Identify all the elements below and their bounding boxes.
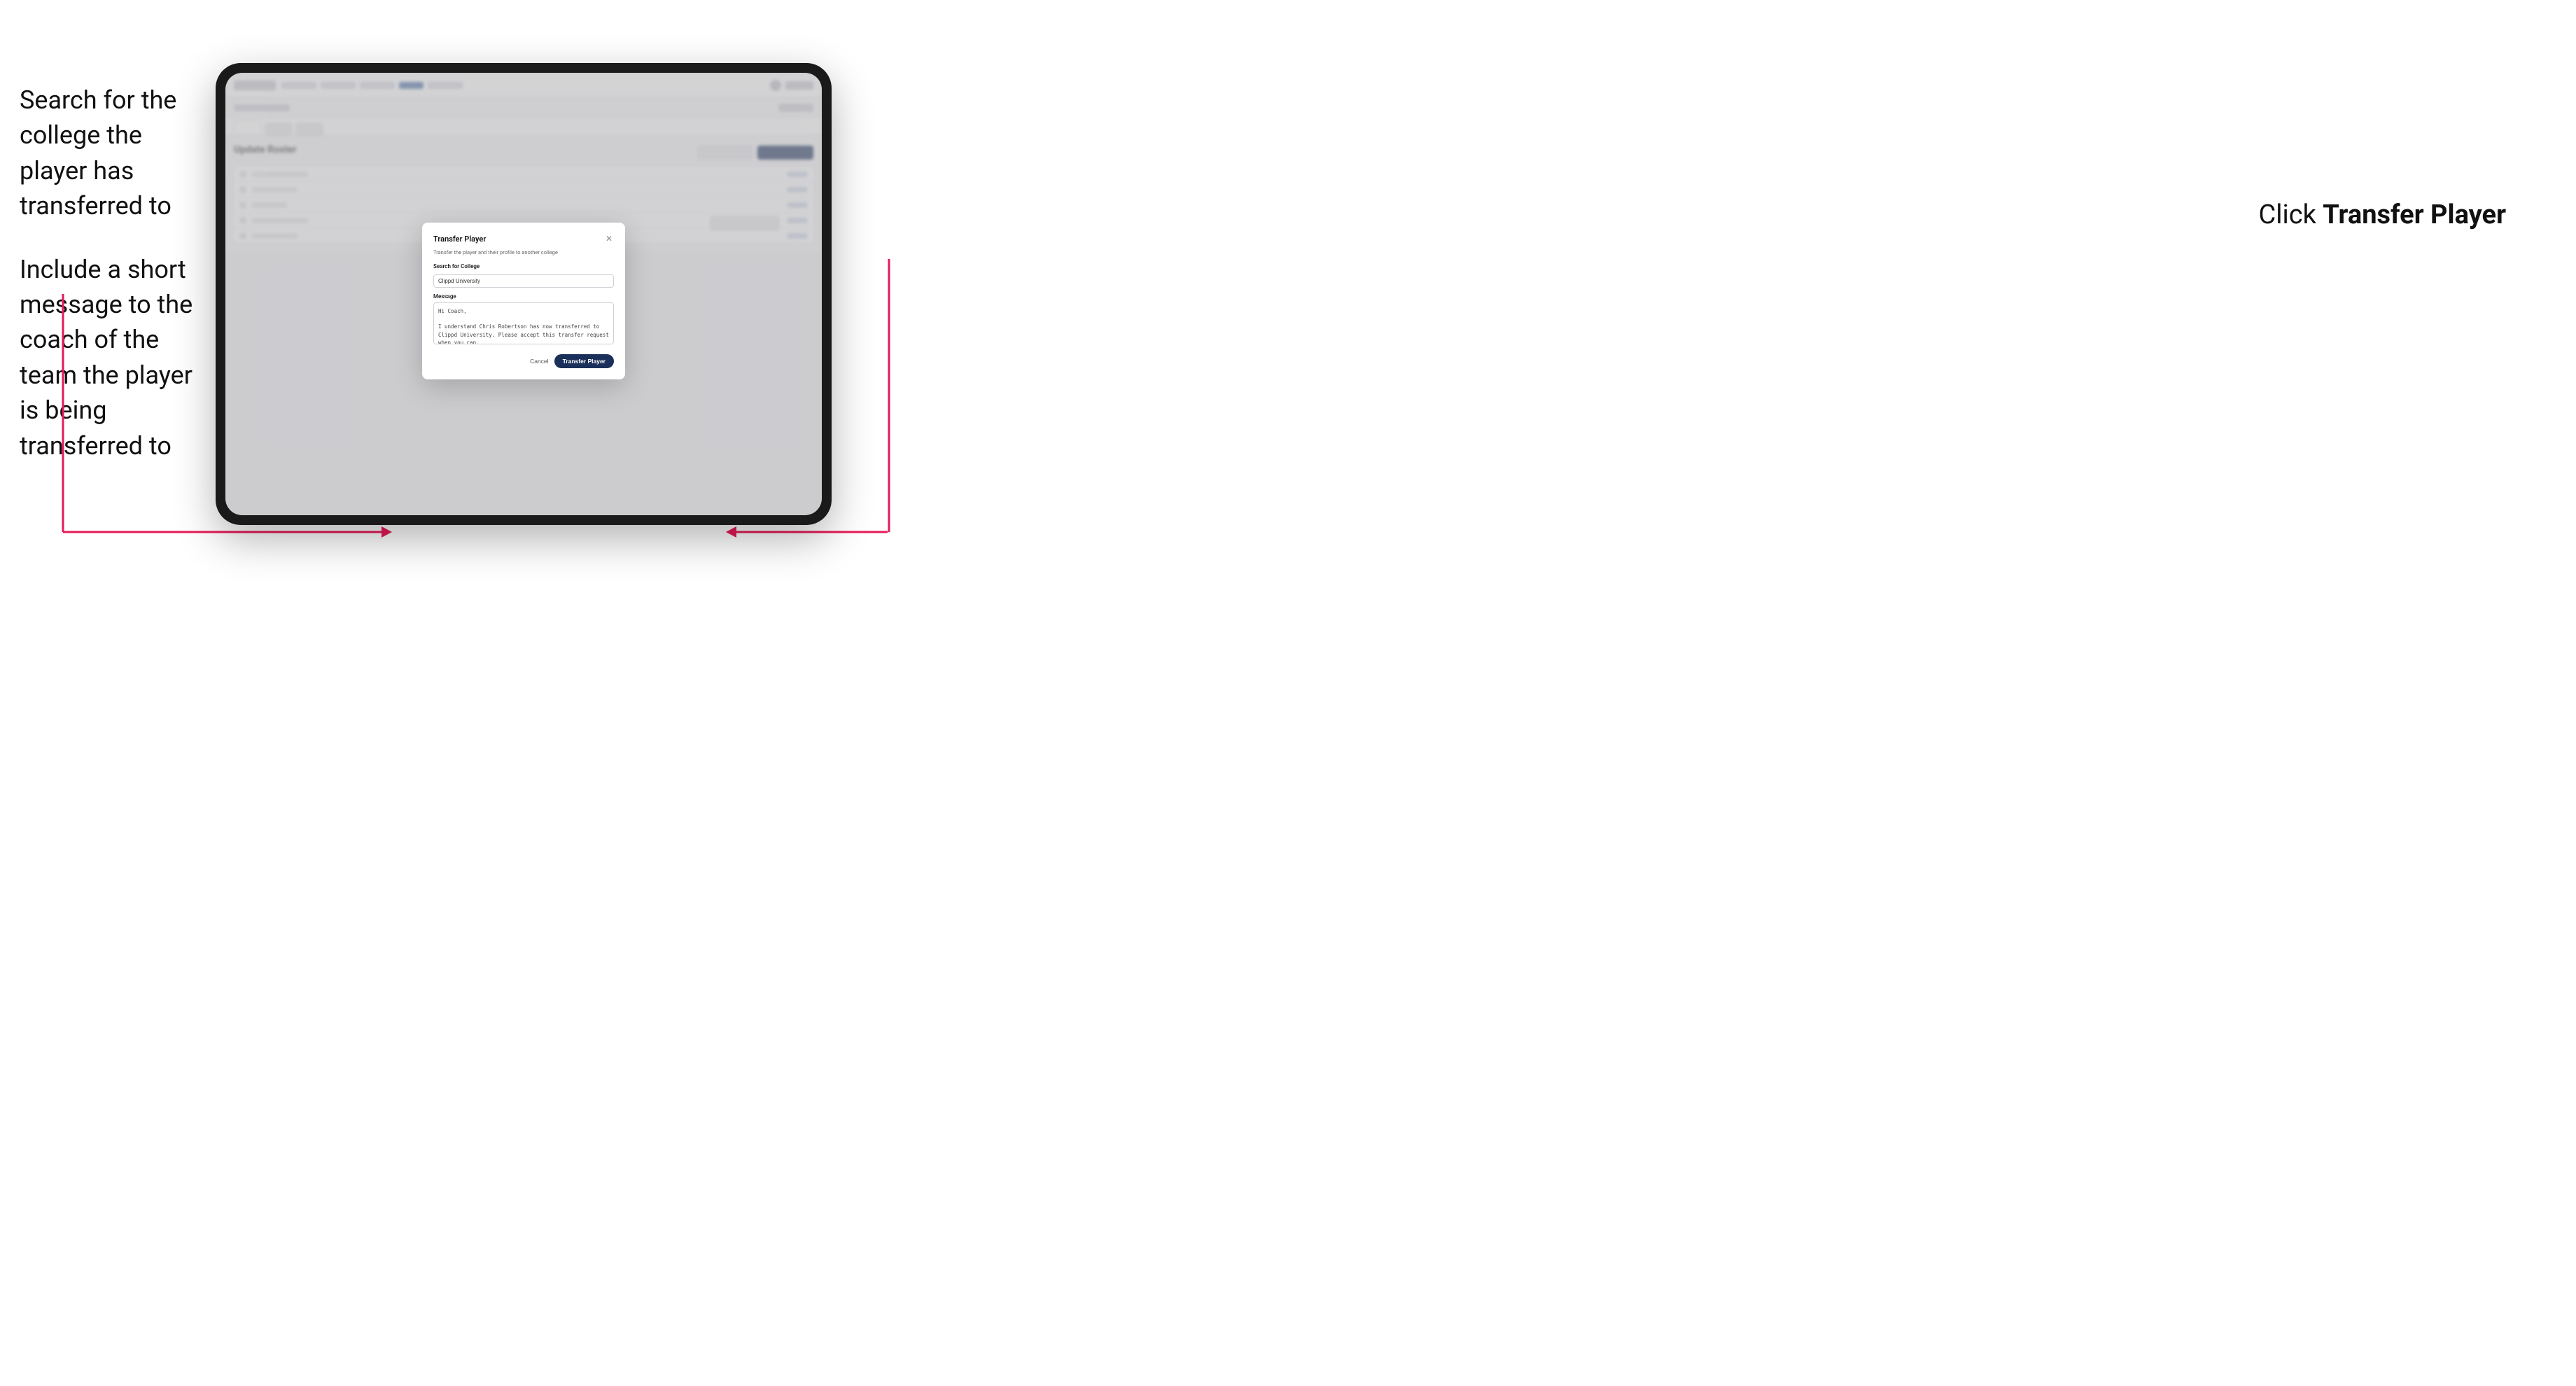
message-textarea[interactable]: Hi Coach, I understand Chris Robertson h… bbox=[433, 302, 614, 344]
modal-title: Transfer Player bbox=[433, 234, 486, 244]
transfer-player-modal: Transfer Player ✕ Transfer the player an… bbox=[422, 223, 625, 379]
tablet-frame: Update Roster bbox=[216, 63, 832, 525]
annotation-text-1: Search for the college the player has tr… bbox=[20, 85, 176, 220]
annotation-click-label: Click bbox=[2258, 200, 2323, 230]
modal-description: Transfer the player and their profile to… bbox=[433, 249, 614, 256]
search-college-label: Search for College bbox=[433, 263, 614, 270]
modal-close-button[interactable]: ✕ bbox=[604, 234, 614, 244]
annotation-right: Click Transfer Player bbox=[2258, 200, 2506, 230]
search-college-input[interactable] bbox=[433, 274, 614, 288]
modal-overlay: Transfer Player ✕ Transfer the player an… bbox=[225, 73, 822, 515]
modal-footer: Cancel Transfer Player bbox=[433, 354, 614, 368]
tablet-screen: Update Roster bbox=[225, 73, 822, 515]
modal-header: Transfer Player ✕ bbox=[433, 234, 614, 244]
transfer-player-button[interactable]: Transfer Player bbox=[554, 354, 614, 368]
annotation-text-2: Include a short message to the coach of … bbox=[20, 255, 192, 461]
annotation-transfer-label: Transfer Player bbox=[2323, 200, 2506, 230]
cancel-button[interactable]: Cancel bbox=[530, 358, 548, 365]
annotation-left: Search for the college the player has tr… bbox=[20, 83, 216, 463]
message-label: Message bbox=[433, 293, 614, 300]
